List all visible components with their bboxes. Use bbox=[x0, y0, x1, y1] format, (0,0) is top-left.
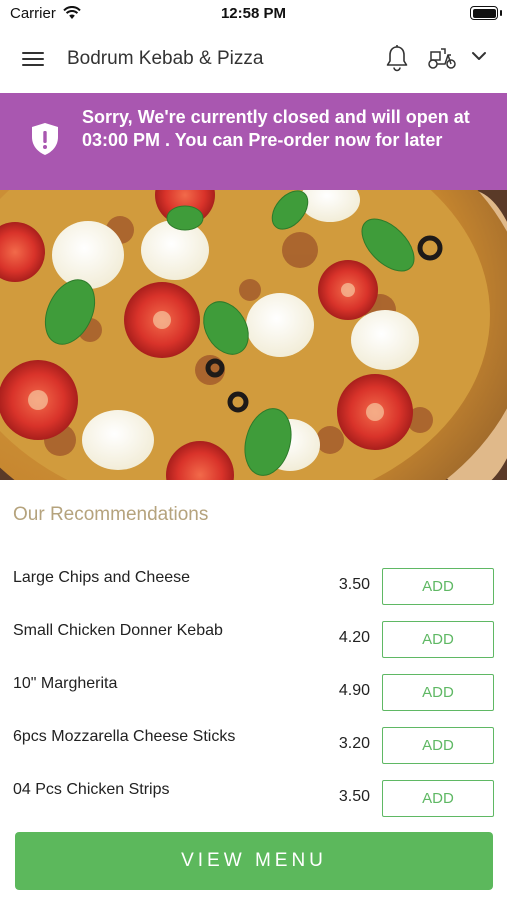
item-price: 4.20 bbox=[338, 629, 370, 646]
item-name: Small Chicken Donner Kebab bbox=[13, 622, 223, 639]
battery-nub bbox=[500, 10, 502, 16]
add-button[interactable]: ADD bbox=[382, 674, 494, 711]
item-price: 3.50 bbox=[338, 788, 370, 805]
item-price: 3.50 bbox=[338, 576, 370, 593]
shield-exclamation-icon bbox=[32, 123, 58, 155]
item-name: 10" Margherita bbox=[13, 675, 118, 692]
item-price: 4.90 bbox=[338, 682, 370, 699]
battery-icon bbox=[470, 6, 498, 20]
chevron-down-icon[interactable] bbox=[471, 51, 487, 61]
closed-banner: Sorry, We're currently closed and will o… bbox=[0, 93, 507, 190]
app-header: Bodrum Kebab & Pizza bbox=[0, 28, 507, 92]
clock: 12:58 PM bbox=[220, 5, 287, 22]
closed-message: Sorry, We're currently closed and will o… bbox=[82, 107, 470, 150]
scooter-icon[interactable] bbox=[427, 46, 457, 70]
item-name: Large Chips and Cheese bbox=[13, 569, 191, 586]
menu-icon[interactable] bbox=[22, 49, 46, 69]
item-price: 3.20 bbox=[338, 735, 370, 752]
list-item: 10" Margherita 4.90 ADD bbox=[0, 674, 507, 712]
item-name: 04 Pcs Chicken Strips bbox=[13, 781, 170, 798]
list-item: Small Chicken Donner Kebab 4.20 ADD bbox=[0, 621, 507, 659]
add-button[interactable]: ADD bbox=[382, 621, 494, 658]
list-item: 6pcs Mozzarella Cheese Sticks 3.20 ADD bbox=[0, 727, 507, 765]
pizza-hero-image bbox=[0, 190, 507, 480]
item-name: 6pcs Mozzarella Cheese Sticks bbox=[13, 728, 236, 745]
add-button[interactable]: ADD bbox=[382, 568, 494, 605]
view-menu-button[interactable]: VIEW MENU bbox=[15, 832, 493, 890]
bell-icon[interactable] bbox=[384, 44, 410, 72]
add-button[interactable]: ADD bbox=[382, 780, 494, 817]
recommendations-title: Our Recommendations bbox=[13, 504, 209, 525]
list-item: Large Chips and Cheese 3.50 ADD bbox=[0, 568, 507, 606]
status-bar: Carrier 12:58 PM bbox=[0, 0, 507, 28]
restaurant-title: Bodrum Kebab & Pizza bbox=[67, 48, 264, 69]
list-item: 04 Pcs Chicken Strips 3.50 ADD bbox=[0, 780, 507, 818]
add-button[interactable]: ADD bbox=[382, 727, 494, 764]
